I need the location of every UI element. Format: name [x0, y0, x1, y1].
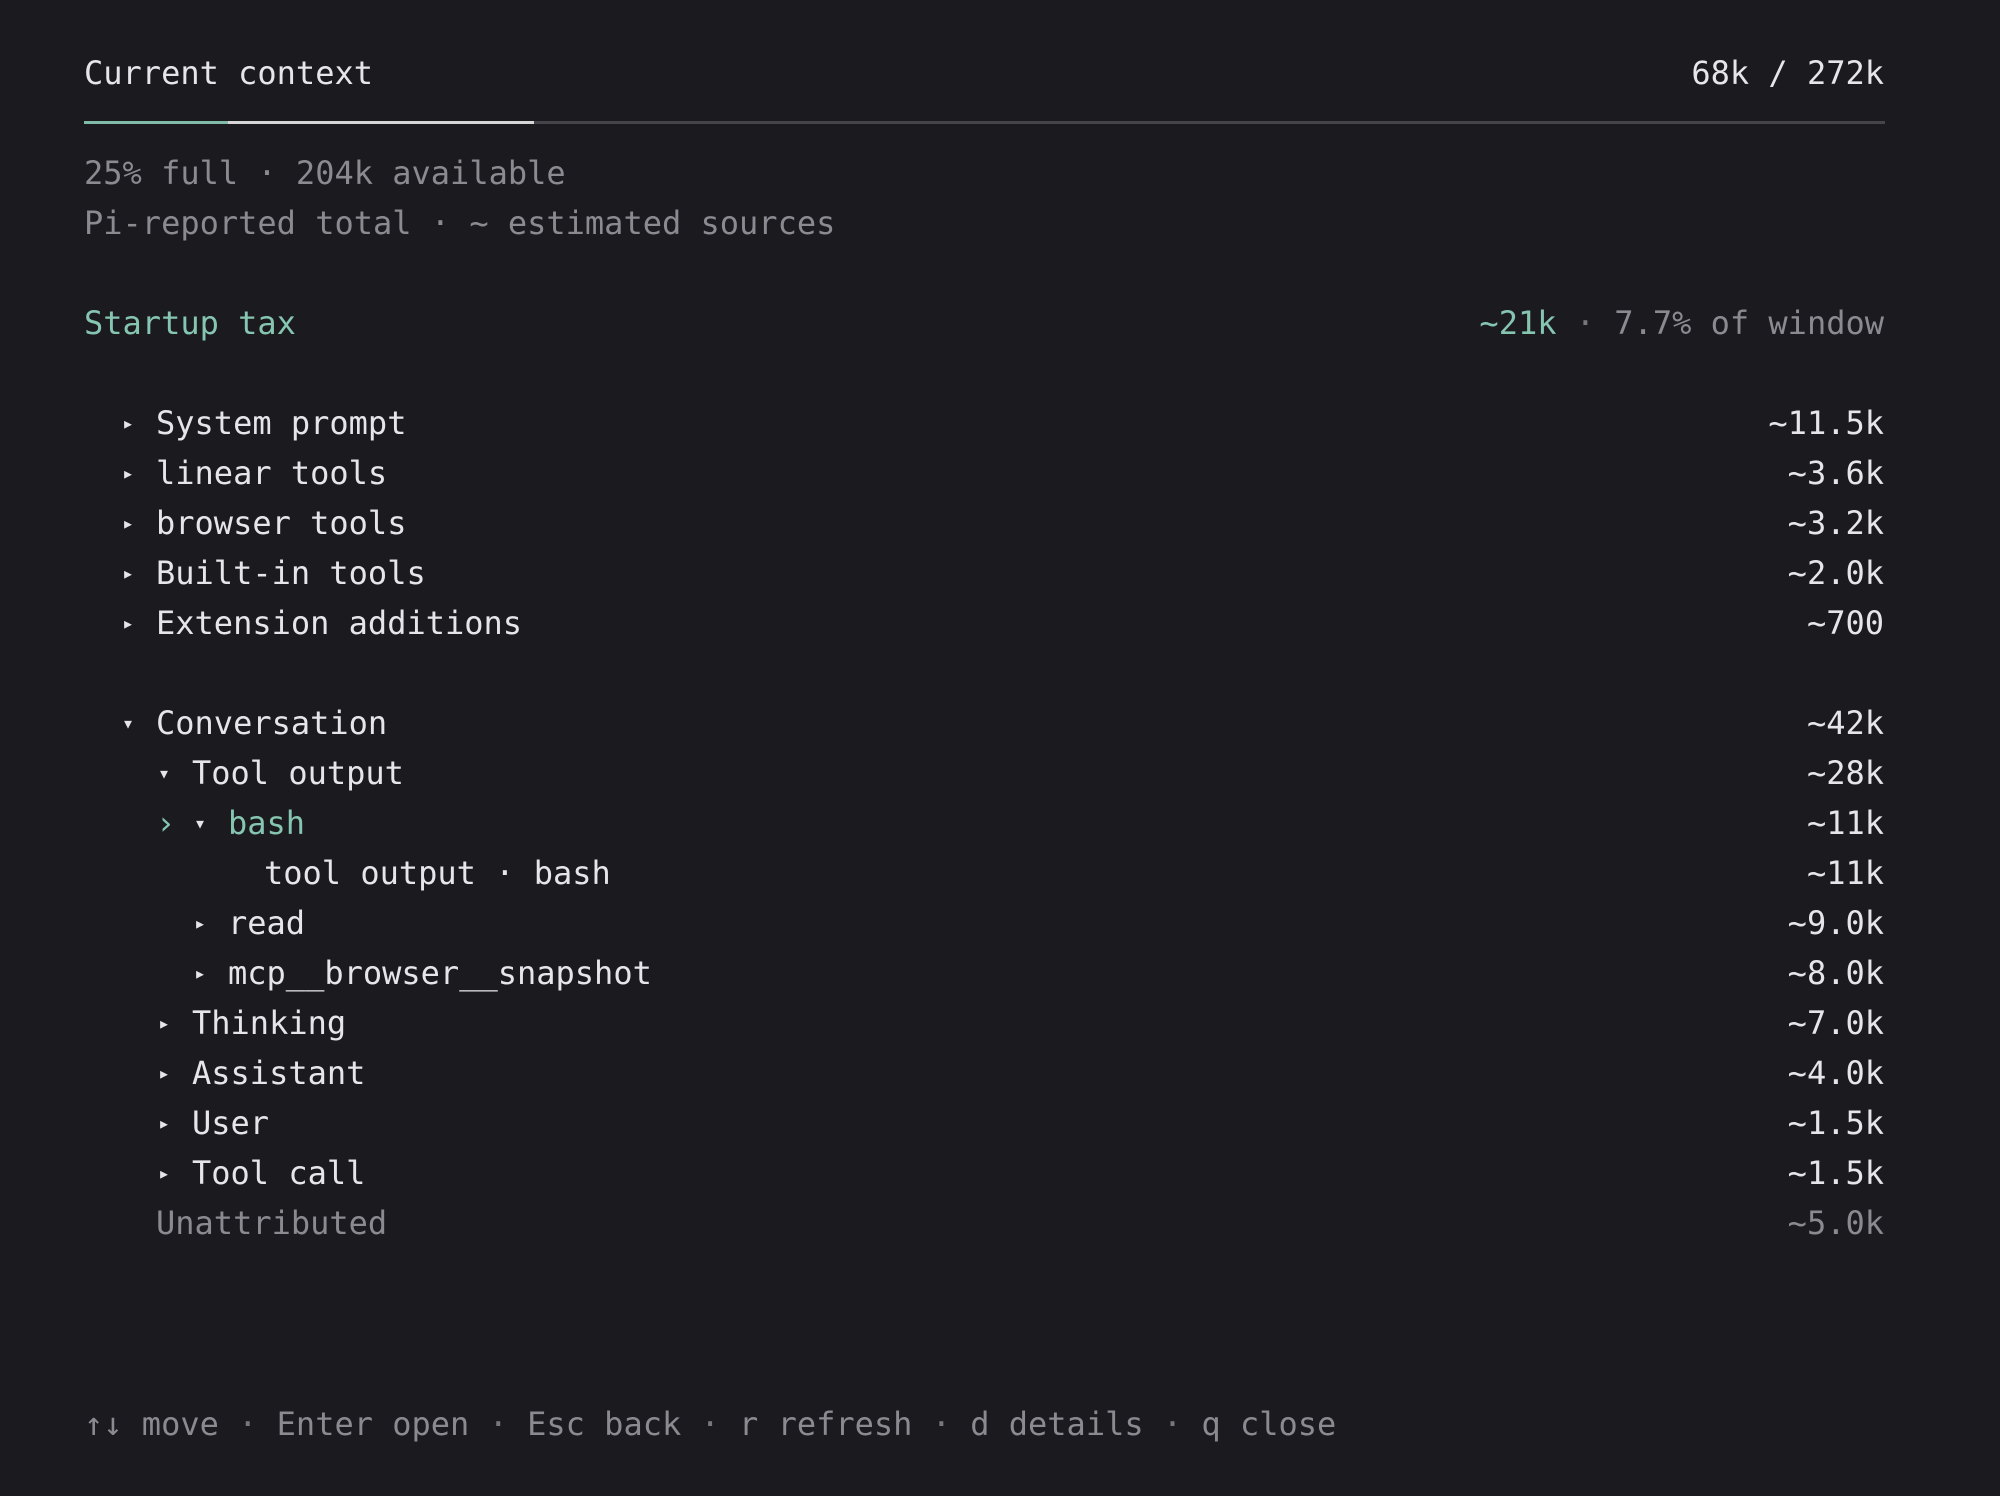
expand-caret-icon: ▸: [122, 411, 135, 435]
tree-row-value: ~7.0k: [1787, 1004, 1884, 1042]
tree-row-value: ~4.0k: [1787, 1054, 1884, 1092]
tree-row-system-prompt[interactable]: ▸ System prompt ~11.5k: [84, 403, 1884, 443]
usage-bar-startup-segment: [228, 121, 535, 124]
tree-row-label: browser tools: [156, 504, 407, 542]
tree-row-label: bash: [228, 804, 306, 842]
hint-separator: ·: [700, 1405, 720, 1443]
tree-row-label: tool output · bash: [264, 854, 611, 892]
tree-row-label: read: [228, 904, 306, 942]
tree-row-built-in-tools[interactable]: ▸ Built-in tools ~2.0k: [84, 553, 1884, 593]
tree-row-bash-selected[interactable]: › ▾ bash ~11k: [84, 803, 1884, 843]
hint-esc-back: Esc back: [527, 1405, 682, 1443]
hint-details: d details: [970, 1405, 1144, 1443]
expand-caret-icon: ▸: [122, 561, 135, 585]
tree-row-label: Tool call: [192, 1154, 366, 1192]
tree-row-value: ~3.2k: [1787, 504, 1884, 542]
tree-row-value: ~1.5k: [1787, 1104, 1884, 1142]
tree-row-conversation[interactable]: ▾ Conversation ~42k: [84, 703, 1884, 743]
startup-tax-summary: ~21k · 7.7% of window: [1479, 307, 1884, 339]
expand-caret-icon: ▸: [158, 1111, 171, 1135]
selection-cursor-icon: ›: [156, 804, 176, 842]
tree-row-thinking[interactable]: ▸ Thinking ~7.0k: [84, 1003, 1884, 1043]
tree-row-label: Tool output: [192, 754, 404, 792]
tree-row-value: ~11.5k: [1768, 404, 1884, 442]
startup-tax-tokens: ~21k: [1479, 304, 1557, 342]
tree-row-user[interactable]: ▸ User ~1.5k: [84, 1103, 1884, 1143]
tree-row-value: ~3.6k: [1787, 454, 1884, 492]
hint-close: q close: [1201, 1405, 1337, 1443]
tree-row-label: mcp__browser__snapshot: [228, 954, 652, 992]
up-down-arrows-icon: ↑↓: [84, 1405, 123, 1443]
tree-row-read[interactable]: ▸ read ~9.0k: [84, 903, 1884, 943]
startup-tax-percent: 7.7% of window: [1614, 304, 1884, 342]
tree-row-unattributed: Unattributed ~5.0k: [84, 1203, 1884, 1243]
tree-row-label: System prompt: [156, 404, 407, 442]
expand-caret-icon: ▸: [194, 911, 207, 935]
tree-row-value: ~700: [1806, 604, 1884, 642]
tree-row-value: ~11k: [1806, 804, 1884, 842]
tree-row-value: ~11k: [1806, 854, 1884, 892]
estimate-note: Pi-reported total · ~ estimated sources: [84, 204, 836, 242]
hint-separator: ·: [931, 1405, 951, 1443]
tree-row-assistant[interactable]: ▸ Assistant ~4.0k: [84, 1053, 1884, 1093]
tree-row-browser-tools[interactable]: ▸ browser tools ~3.2k: [84, 503, 1884, 543]
expand-caret-icon: ▸: [194, 961, 207, 985]
tree-row-extension-additions[interactable]: ▸ Extension additions ~700: [84, 603, 1884, 643]
tree-row-value: ~5.0k: [1787, 1204, 1884, 1242]
context-usage: 68k / 272k: [1691, 54, 1884, 92]
tree-row-tool-output[interactable]: ▾ Tool output ~28k: [84, 753, 1884, 793]
collapse-caret-icon: ▾: [194, 811, 207, 835]
expand-caret-icon: ▸: [158, 1161, 171, 1185]
tree-row-linear-tools[interactable]: ▸ linear tools ~3.6k: [84, 453, 1884, 493]
tree-row-value: ~8.0k: [1787, 954, 1884, 992]
panel-title: Current context: [84, 54, 373, 92]
hint-separator: ·: [488, 1405, 508, 1443]
tree-row-value: ~2.0k: [1787, 554, 1884, 592]
expand-caret-icon: ▸: [158, 1061, 171, 1085]
tree-row-tool-call[interactable]: ▸ Tool call ~1.5k: [84, 1153, 1884, 1193]
tree-row-label: Assistant: [192, 1054, 366, 1092]
expand-caret-icon: ▸: [122, 511, 135, 535]
tree-row-label: linear tools: [156, 454, 388, 492]
collapse-caret-icon: ▾: [122, 711, 135, 735]
usage-summary: 25% full · 204k available: [84, 154, 566, 192]
tree-row-value: ~9.0k: [1787, 904, 1884, 942]
expand-caret-icon: ▸: [158, 1011, 171, 1035]
tree-row-label: Thinking: [192, 1004, 347, 1042]
hint-enter-open: Enter open: [276, 1405, 470, 1443]
collapse-caret-icon: ▾: [158, 761, 171, 785]
tree-row-value: ~1.5k: [1787, 1154, 1884, 1192]
expand-caret-icon: ▸: [122, 611, 135, 635]
hint-move: move: [141, 1405, 219, 1443]
tree-row-browser-snapshot[interactable]: ▸ mcp__browser__snapshot ~8.0k: [84, 953, 1884, 993]
usage-bar-conversation-segment: [84, 121, 229, 124]
hint-separator: ·: [1162, 1405, 1183, 1443]
expand-caret-icon: ▸: [122, 461, 135, 485]
tree-row-label: Extension additions: [156, 604, 523, 642]
tree-row-label: Conversation: [156, 704, 388, 742]
context-usage-bar: [84, 121, 1885, 124]
tree-row-bash-tool-output[interactable]: tool output · bash ~11k: [84, 853, 1884, 893]
keybinding-hints: ↑↓ move · Enter open · Esc back · r refr…: [84, 1408, 1336, 1440]
tree-row-label: User: [192, 1104, 270, 1142]
tree-row-label: Built-in tools: [156, 554, 426, 592]
hint-separator: ·: [238, 1405, 258, 1443]
hint-refresh: r refresh: [739, 1405, 913, 1443]
tree-row-value: ~42k: [1806, 704, 1884, 742]
startup-tax-label: Startup tax: [84, 304, 296, 342]
startup-tax-separator: ·: [1575, 304, 1596, 342]
tree-row-value: ~28k: [1806, 754, 1884, 792]
tree-row-label: Unattributed: [156, 1204, 388, 1242]
